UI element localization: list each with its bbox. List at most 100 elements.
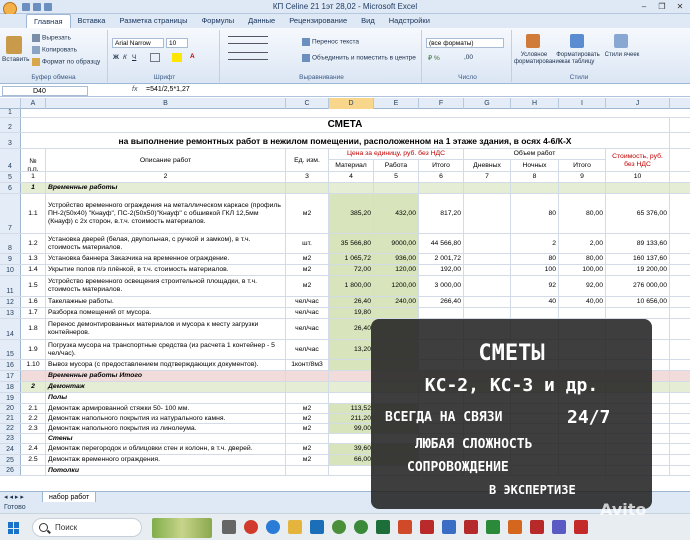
row-header[interactable]: 7 (0, 194, 21, 233)
cell-f[interactable] (419, 308, 464, 318)
cell-h[interactable]: 80 (511, 194, 559, 233)
header-number-cell[interactable]: 10 (606, 172, 670, 182)
row-header[interactable]: 15 (0, 340, 21, 359)
header-night[interactable]: Ночных (511, 160, 559, 172)
cell-desc[interactable]: Такелажные работы. (46, 297, 286, 307)
cell-f[interactable]: 266,40 (419, 297, 464, 307)
taskbar-search[interactable]: Поиск (32, 518, 142, 537)
cell-unit[interactable] (286, 183, 329, 193)
conditional-format-icon[interactable] (526, 34, 540, 48)
format-as-table-button[interactable]: Форматировать как таблицу (556, 52, 600, 66)
cell-i[interactable]: 80,00 (559, 194, 606, 233)
edge-icon[interactable] (266, 520, 280, 534)
cell-i[interactable]: 92,00 (559, 276, 606, 296)
header-number-cell[interactable]: 9 (559, 172, 606, 182)
row-header[interactable]: 14 (0, 319, 21, 339)
cell-d[interactable] (329, 434, 374, 443)
cell-desc[interactable]: Демонтаж перегородок и облицовки стен и … (46, 444, 286, 454)
cell-unit[interactable] (286, 382, 329, 392)
name-box[interactable]: D40 (2, 86, 88, 96)
cell-j[interactable] (606, 308, 670, 318)
cell-desc[interactable]: Демонтаж армированной стяжки 50- 100 мм. (46, 404, 286, 413)
cell-g[interactable] (464, 254, 511, 264)
cell-g[interactable] (464, 308, 511, 318)
cell-desc[interactable]: Полы (46, 393, 286, 403)
cell-desc[interactable]: Вывоз мусора (с предоставлением подтверж… (46, 360, 286, 370)
cell-g[interactable] (464, 183, 511, 193)
cell-num[interactable]: 2.3 (21, 424, 46, 433)
cell-d[interactable]: 26,40 (329, 297, 374, 307)
header-number-cell[interactable]: 3 (286, 172, 329, 182)
cell-e[interactable]: 1200,00 (374, 276, 419, 296)
cell-unit[interactable] (286, 434, 329, 443)
header-number-cell[interactable]: 7 (464, 172, 511, 182)
cell-d[interactable] (329, 382, 374, 392)
cell-num[interactable]: 2.1 (21, 404, 46, 413)
cell-h[interactable]: 100 (511, 265, 559, 275)
cell-unit[interactable]: м2 (286, 404, 329, 413)
row-header[interactable]: 12 (0, 297, 21, 307)
cell-unit[interactable]: чел/час (286, 319, 329, 339)
browser-opera-icon[interactable] (244, 520, 258, 534)
row-header[interactable]: 3 (0, 133, 21, 148)
cell-j[interactable] (606, 183, 670, 193)
tab-data[interactable]: Данные (241, 14, 282, 28)
cell-unit[interactable] (286, 393, 329, 403)
cell-j[interactable]: 89 133,60 (606, 234, 670, 253)
cell-i[interactable]: 80,00 (559, 254, 606, 264)
cell-num[interactable]: 1.8 (21, 319, 46, 339)
font-color-icon[interactable]: A (190, 53, 195, 60)
header-number-cell[interactable]: 1 (21, 172, 46, 182)
cell-unit[interactable]: чел/час (286, 297, 329, 307)
cell-i[interactable] (559, 308, 606, 318)
cell-j[interactable]: 160 137,60 (606, 254, 670, 264)
cell-desc[interactable]: Временные работы (46, 183, 286, 193)
cell-desc[interactable]: Устройство временного освещения строител… (46, 276, 286, 296)
header-material[interactable]: Материал (329, 160, 374, 172)
cell-num[interactable] (21, 393, 46, 403)
cell-unit[interactable]: м2 (286, 194, 329, 233)
cell-num[interactable]: 2.4 (21, 444, 46, 454)
cell-i[interactable]: 2,00 (559, 234, 606, 253)
cell-e[interactable]: 9000,00 (374, 234, 419, 253)
sheet-subtitle[interactable]: на выполнение ремонтных работ в нежилом … (21, 133, 670, 148)
cell-num[interactable]: 1.6 (21, 297, 46, 307)
cell-num[interactable]: 1.10 (21, 360, 46, 370)
cell-desc[interactable]: Установка баннера Заказчика на временное… (46, 254, 286, 264)
tab-home[interactable]: Главная (26, 14, 71, 28)
header-day[interactable]: Дневных (464, 160, 511, 172)
cell-d[interactable]: 72,00 (329, 265, 374, 275)
chrome-icon[interactable] (354, 520, 368, 534)
app2-icon[interactable] (552, 520, 566, 534)
cut-button[interactable]: Вырезать (32, 34, 71, 42)
cell-desc[interactable]: Перенос демонтированных материалов и мус… (46, 319, 286, 339)
cell-d[interactable]: 13,20 (329, 340, 374, 359)
row-header[interactable]: 24 (0, 444, 21, 454)
row-header[interactable]: 6 (0, 183, 21, 193)
cell-d[interactable]: 385,20 (329, 194, 374, 233)
app-icon[interactable] (398, 520, 412, 534)
header-unit[interactable]: Ед. изм. (286, 149, 329, 172)
cell-unit[interactable]: чел/час (286, 340, 329, 359)
cell-desc[interactable]: Разборка помещений от мусора. (46, 308, 286, 318)
header-number-cell[interactable]: 4 (329, 172, 374, 182)
cell-num[interactable]: 1.9 (21, 340, 46, 359)
cell-f[interactable]: 192,00 (419, 265, 464, 275)
cell-d[interactable]: 113,52 (329, 404, 374, 413)
underline-button[interactable]: Ч (132, 54, 136, 61)
copy-button[interactable]: Копировать (32, 46, 77, 54)
cell-desc[interactable]: Потолки (46, 466, 286, 475)
maximize-button[interactable]: ❐ (654, 1, 670, 12)
row-header[interactable]: 11 (0, 276, 21, 296)
cell-d[interactable]: 26,40 (329, 319, 374, 339)
cell-unit[interactable]: м2 (286, 444, 329, 454)
cell-desc[interactable]: Погрузка мусора на транспортные средства… (46, 340, 286, 359)
cell-num[interactable] (21, 466, 46, 475)
header-work[interactable]: Работа (374, 160, 419, 172)
cell-unit[interactable]: м2 (286, 414, 329, 423)
cell-e[interactable] (374, 183, 419, 193)
header-number-cell[interactable]: 8 (511, 172, 559, 182)
align-left-icon[interactable] (228, 52, 268, 60)
header-desc[interactable]: Описание работ (46, 149, 286, 172)
column-header-c[interactable]: C (286, 98, 329, 109)
